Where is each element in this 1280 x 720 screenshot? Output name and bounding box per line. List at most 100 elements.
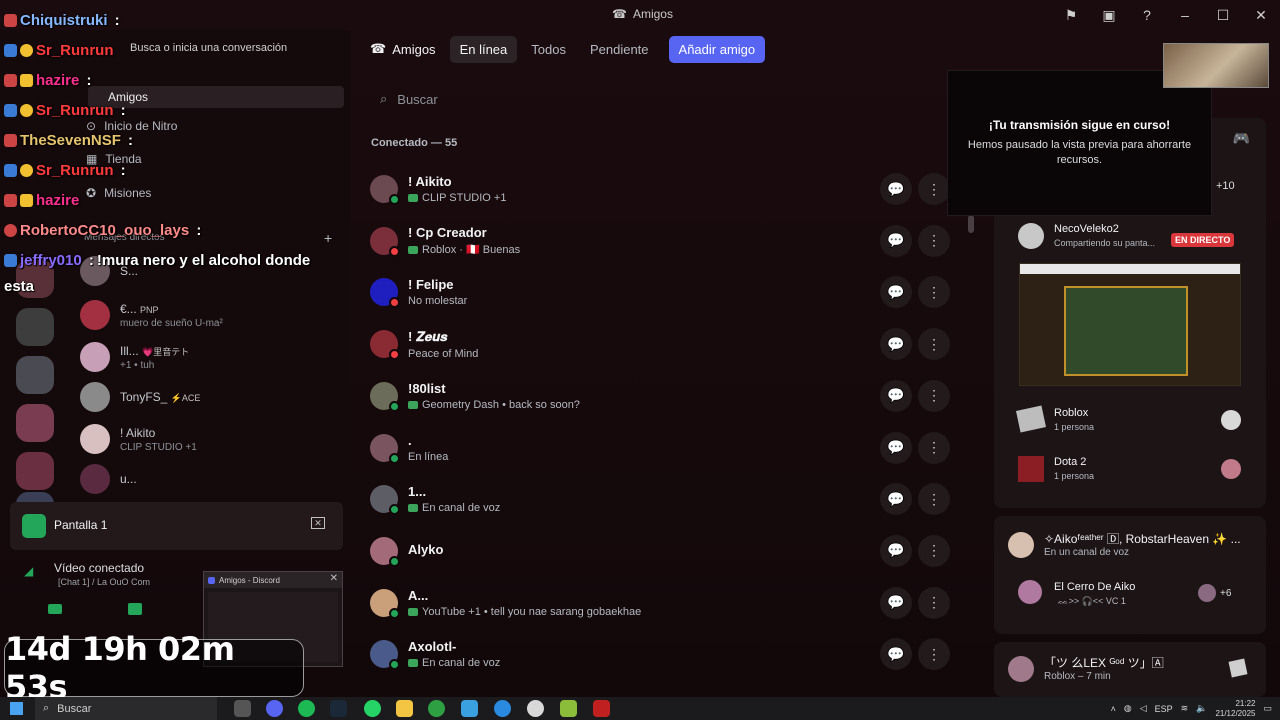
tab-pending[interactable]: Pendiente [580, 36, 659, 63]
friend-row[interactable]: !80list Geometry Dash • back so soon? 💬 ⋮ [366, 371, 956, 421]
server-icon[interactable] [16, 308, 54, 346]
server-icon[interactable] [16, 356, 54, 394]
taskbar-search[interactable]: ⌕ Buscar [35, 697, 217, 720]
voice-activity-card[interactable]: ✧Aikoᶠᵉᵃᵗʰᵉʳ 🄳, RobstarHeaven ✨ ... En u… [994, 516, 1266, 634]
chevron-up-icon[interactable]: ˄ [1111, 704, 1116, 714]
voice-activity-status: En un canal de voz [1044, 547, 1130, 558]
steam-icon[interactable] [330, 700, 347, 717]
game-name[interactable]: Roblox [1054, 407, 1088, 419]
badge-icon [4, 14, 17, 27]
camera-icon[interactable] [48, 604, 62, 614]
more-options-button[interactable]: ⋮ [918, 483, 950, 516]
more-options-button[interactable]: ⋮ [918, 276, 950, 309]
stream-preview[interactable] [1019, 263, 1241, 386]
add-friend-button[interactable]: Añadir amigo [668, 35, 766, 63]
app-icon[interactable] [593, 700, 610, 717]
message-button[interactable]: 💬 [880, 638, 912, 671]
server-icon[interactable] [16, 452, 54, 490]
search-icon: ⌕ [380, 91, 388, 106]
sidebar-item-friends[interactable]: Amigos [88, 86, 344, 108]
maximize-icon[interactable]: ☐ [1204, 4, 1242, 26]
dm-item[interactable]: TonyFS_ ⚡ACE [80, 374, 340, 420]
search-input[interactable]: Buscar [397, 92, 437, 107]
dm-name: Ill... [120, 343, 139, 358]
discord-taskbar-icon[interactable] [266, 700, 283, 717]
sidebar-item-quests[interactable]: ✪ Misiones [86, 186, 151, 200]
preview-close-icon[interactable]: ✕ [330, 573, 338, 584]
xbox-icon[interactable] [428, 700, 445, 717]
screen-icon [22, 514, 46, 538]
app-icon[interactable] [527, 700, 544, 717]
activity-card[interactable]: 「ツ 么LEX ᴳᵒᵈ ツ」🄰 Roblox – 7 min [994, 642, 1266, 697]
friend-row[interactable]: . En línea 💬 ⋮ [366, 423, 956, 473]
stop-share-icon[interactable]: ✕ [311, 517, 325, 529]
tab-online[interactable]: En línea [449, 35, 518, 63]
friend-status-text: En canal de voz [422, 502, 501, 515]
more-options-button[interactable]: ⋮ [918, 328, 950, 361]
friend-row[interactable]: Alyko 💬 ⋮ [366, 526, 956, 576]
app-icon[interactable] [461, 700, 478, 717]
message-button[interactable]: 💬 [880, 379, 912, 412]
close-icon[interactable]: ✕ [1242, 4, 1280, 26]
friend-row[interactable]: ! Aikito CLIP STUDIO +1 💬 ⋮ [366, 164, 956, 214]
more-options-button[interactable]: ⋮ [918, 224, 950, 257]
folder-icon[interactable] [396, 700, 413, 717]
more-options-button[interactable]: ⋮ [918, 173, 950, 205]
message-button[interactable]: 💬 [880, 586, 912, 619]
message-button[interactable]: 💬 [880, 328, 912, 361]
friend-row[interactable]: A... YouTube +1 • tell you nae sarang gob… [366, 578, 956, 628]
wifi-icon[interactable]: ≋ [1181, 703, 1189, 714]
network-icon[interactable]: ◍ [1124, 703, 1132, 714]
message-button[interactable]: 💬 [880, 173, 912, 205]
windows-start-icon[interactable] [10, 702, 23, 715]
screen-share-panel[interactable]: Pantalla 1 ✕ [10, 502, 343, 550]
scrollbar[interactable] [968, 215, 974, 233]
task-view-icon[interactable] [234, 700, 251, 717]
more-options-button[interactable]: ⋮ [918, 534, 950, 567]
streamer-name[interactable]: NecoVeleko2 [1054, 223, 1119, 235]
message-button[interactable]: 💬 [880, 483, 912, 516]
help-icon[interactable]: ? [1128, 4, 1166, 26]
friend-name: Axolotl- [408, 639, 457, 655]
game-name[interactable]: Dota 2 [1054, 456, 1086, 468]
more-options-button[interactable]: ⋮ [918, 379, 950, 412]
flag-icon[interactable]: ⚑ [1052, 4, 1090, 26]
uptime-text: 14d 19h 02m 53s [5, 630, 235, 706]
friend-row[interactable]: ! Felipe No molestar 💬 ⋮ [366, 267, 956, 317]
notification-icon[interactable]: ▭ [1263, 703, 1272, 714]
dm-tag: 💗里音テト [142, 346, 190, 357]
clock[interactable]: 21:22 21/12/2025 [1215, 699, 1255, 719]
edge-icon[interactable] [494, 700, 511, 717]
spotify-icon[interactable] [298, 700, 315, 717]
more-options-button[interactable]: ⋮ [918, 431, 950, 464]
share-screen-icon[interactable] [128, 603, 142, 615]
dm-name: €... [120, 301, 137, 316]
dm-item[interactable]: €... PNP muero de sueño U-ma² [80, 292, 340, 338]
message-button[interactable]: 💬 [880, 276, 912, 309]
inbox-icon[interactable]: ▣ [1090, 4, 1128, 26]
new-dm-icon[interactable]: + [324, 230, 332, 246]
conversation-search-label: Busca o inicia una conversación [130, 42, 288, 54]
server-icon[interactable] [16, 404, 54, 442]
more-options-button[interactable]: ⋮ [918, 586, 950, 619]
friend-name: !80list [408, 380, 446, 396]
conversation-search[interactable]: Busca o inicia una conversación [130, 42, 287, 54]
friend-row[interactable]: 1... En canal de voz 💬 ⋮ [366, 474, 956, 524]
friend-row[interactable]: ! 𝒁𝒆𝒖𝒔 Peace of Mind 💬 ⋮ [366, 319, 956, 369]
speaker-icon[interactable]: 🔈 [1196, 703, 1207, 714]
message-button[interactable]: 💬 [880, 431, 912, 464]
dm-item[interactable]: u... [80, 456, 340, 502]
sidebar-item-nitro[interactable]: ⊙ Inicio de Nitro [86, 119, 177, 133]
app-icon[interactable] [560, 700, 577, 717]
more-options-button[interactable]: ⋮ [918, 638, 950, 671]
volume-icon[interactable]: ◁ [1140, 703, 1147, 714]
tab-all[interactable]: Todos [521, 36, 576, 63]
friends-search[interactable]: ⌕ Buscar [370, 82, 940, 116]
friend-row[interactable]: Axolotl- En canal de voz 💬 ⋮ [366, 629, 956, 679]
whatsapp-icon[interactable] [364, 700, 381, 717]
message-button[interactable]: 💬 [880, 224, 912, 257]
language-indicator[interactable]: ESP [1155, 704, 1173, 714]
minimize-icon[interactable]: – [1166, 4, 1204, 26]
message-button[interactable]: 💬 [880, 534, 912, 567]
friend-row[interactable]: ! Cp Creador Roblox · 🇵🇪 Buenas 💬 ⋮ [366, 216, 956, 266]
